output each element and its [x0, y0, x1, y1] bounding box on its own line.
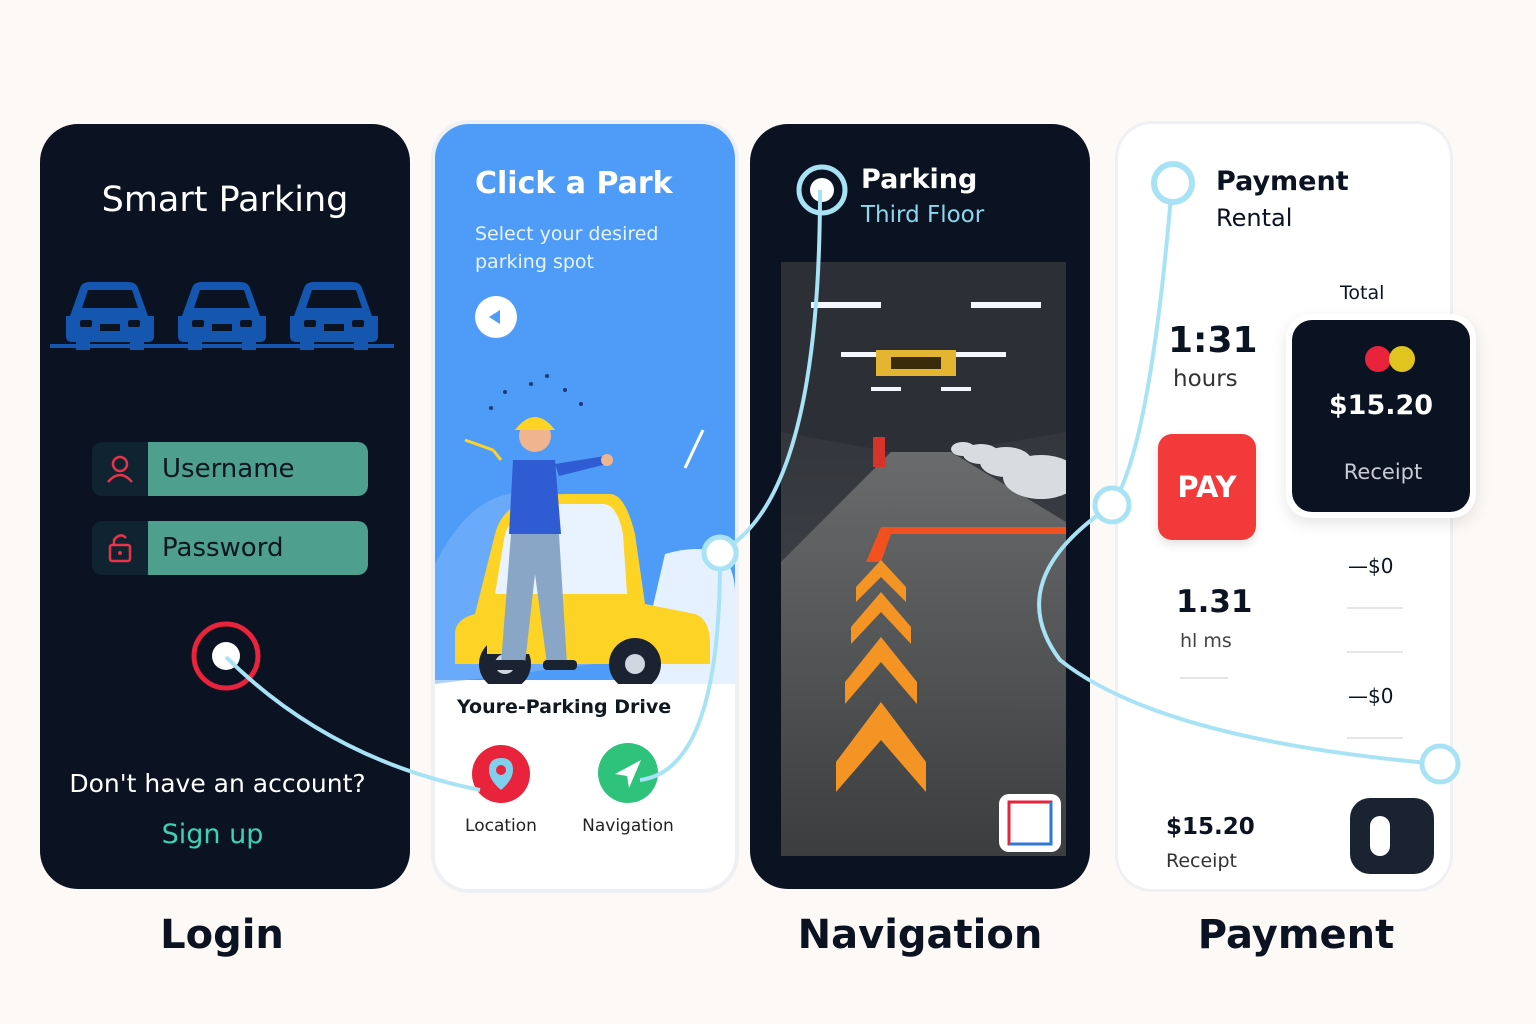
garage-camera-view [781, 262, 1066, 856]
divider [1180, 677, 1228, 679]
park-subtitle: Select your desired parking spot [475, 223, 659, 273]
login-screen: Smart Parking Username Password Don't ha… [40, 124, 410, 889]
total-amount: $15.20 [1328, 390, 1434, 421]
payment-title: Payment [1216, 166, 1349, 197]
divider [1347, 607, 1403, 609]
toggle-knob [1370, 816, 1390, 856]
parking-attendant-illustration [435, 374, 735, 684]
password-input[interactable]: Password [148, 521, 368, 575]
navigation-arrow-icon [598, 743, 658, 803]
park-title: Click a Park [475, 166, 673, 201]
total-card[interactable]: $15.20 Receipt [1292, 320, 1470, 512]
secondary-unit: hl ms [1180, 630, 1232, 652]
navigation-label: Navigation [582, 816, 674, 836]
login-caption: Login [160, 912, 284, 958]
chevron-left-icon [475, 296, 517, 338]
lock-icon [92, 521, 148, 575]
step-node [796, 164, 848, 216]
pay-button[interactable]: PAY [1158, 434, 1256, 540]
location-button[interactable] [471, 744, 531, 804]
total-label: Total [1340, 282, 1385, 304]
signup-link[interactable]: Sign up [40, 819, 385, 850]
user-icon [92, 442, 148, 496]
footer-amount: $15.20 [1166, 814, 1255, 840]
divider [1347, 737, 1403, 739]
username-input[interactable]: Username [148, 442, 368, 496]
divider [1347, 651, 1403, 653]
duration-unit: hours [1173, 366, 1238, 392]
nav-title: Parking [861, 164, 978, 195]
total-card-frame: $15.20 Receipt [1286, 314, 1476, 518]
login-button[interactable] [191, 621, 261, 691]
nav-floor: Third Floor [861, 202, 985, 228]
duration-value: 1:31 [1168, 320, 1258, 361]
location-label: Location [465, 816, 537, 836]
password-field[interactable]: Password [92, 521, 368, 575]
back-button[interactable] [475, 296, 517, 338]
username-field[interactable]: Username [92, 442, 368, 496]
footer-receipt: Receipt [1166, 850, 1237, 872]
secondary-value: 1.31 [1176, 584, 1253, 620]
navigation-button[interactable] [597, 742, 659, 804]
card-brand-icon [1365, 346, 1415, 372]
payment-subtitle: Rental [1216, 204, 1293, 232]
fee-row-2: —$0 [1348, 684, 1394, 708]
payment-caption: Payment [1197, 912, 1395, 958]
no-account-text: Don't have an account? [69, 769, 366, 798]
navigation-caption: Navigation [797, 912, 1043, 958]
fee-row-1: —$0 [1348, 554, 1394, 578]
app-title: Smart Parking [101, 180, 349, 220]
toggle-switch[interactable] [1350, 798, 1434, 874]
click-a-park-screen: Click a Park Select your desired parking… [435, 124, 735, 889]
park-section-title: Youre-Parking Drive [457, 696, 672, 718]
parked-cars-illustration [50, 282, 394, 350]
navigation-screen: Parking Third Floor [750, 124, 1090, 889]
receipt-label: Receipt [1343, 460, 1423, 484]
location-pin-icon [472, 745, 530, 803]
